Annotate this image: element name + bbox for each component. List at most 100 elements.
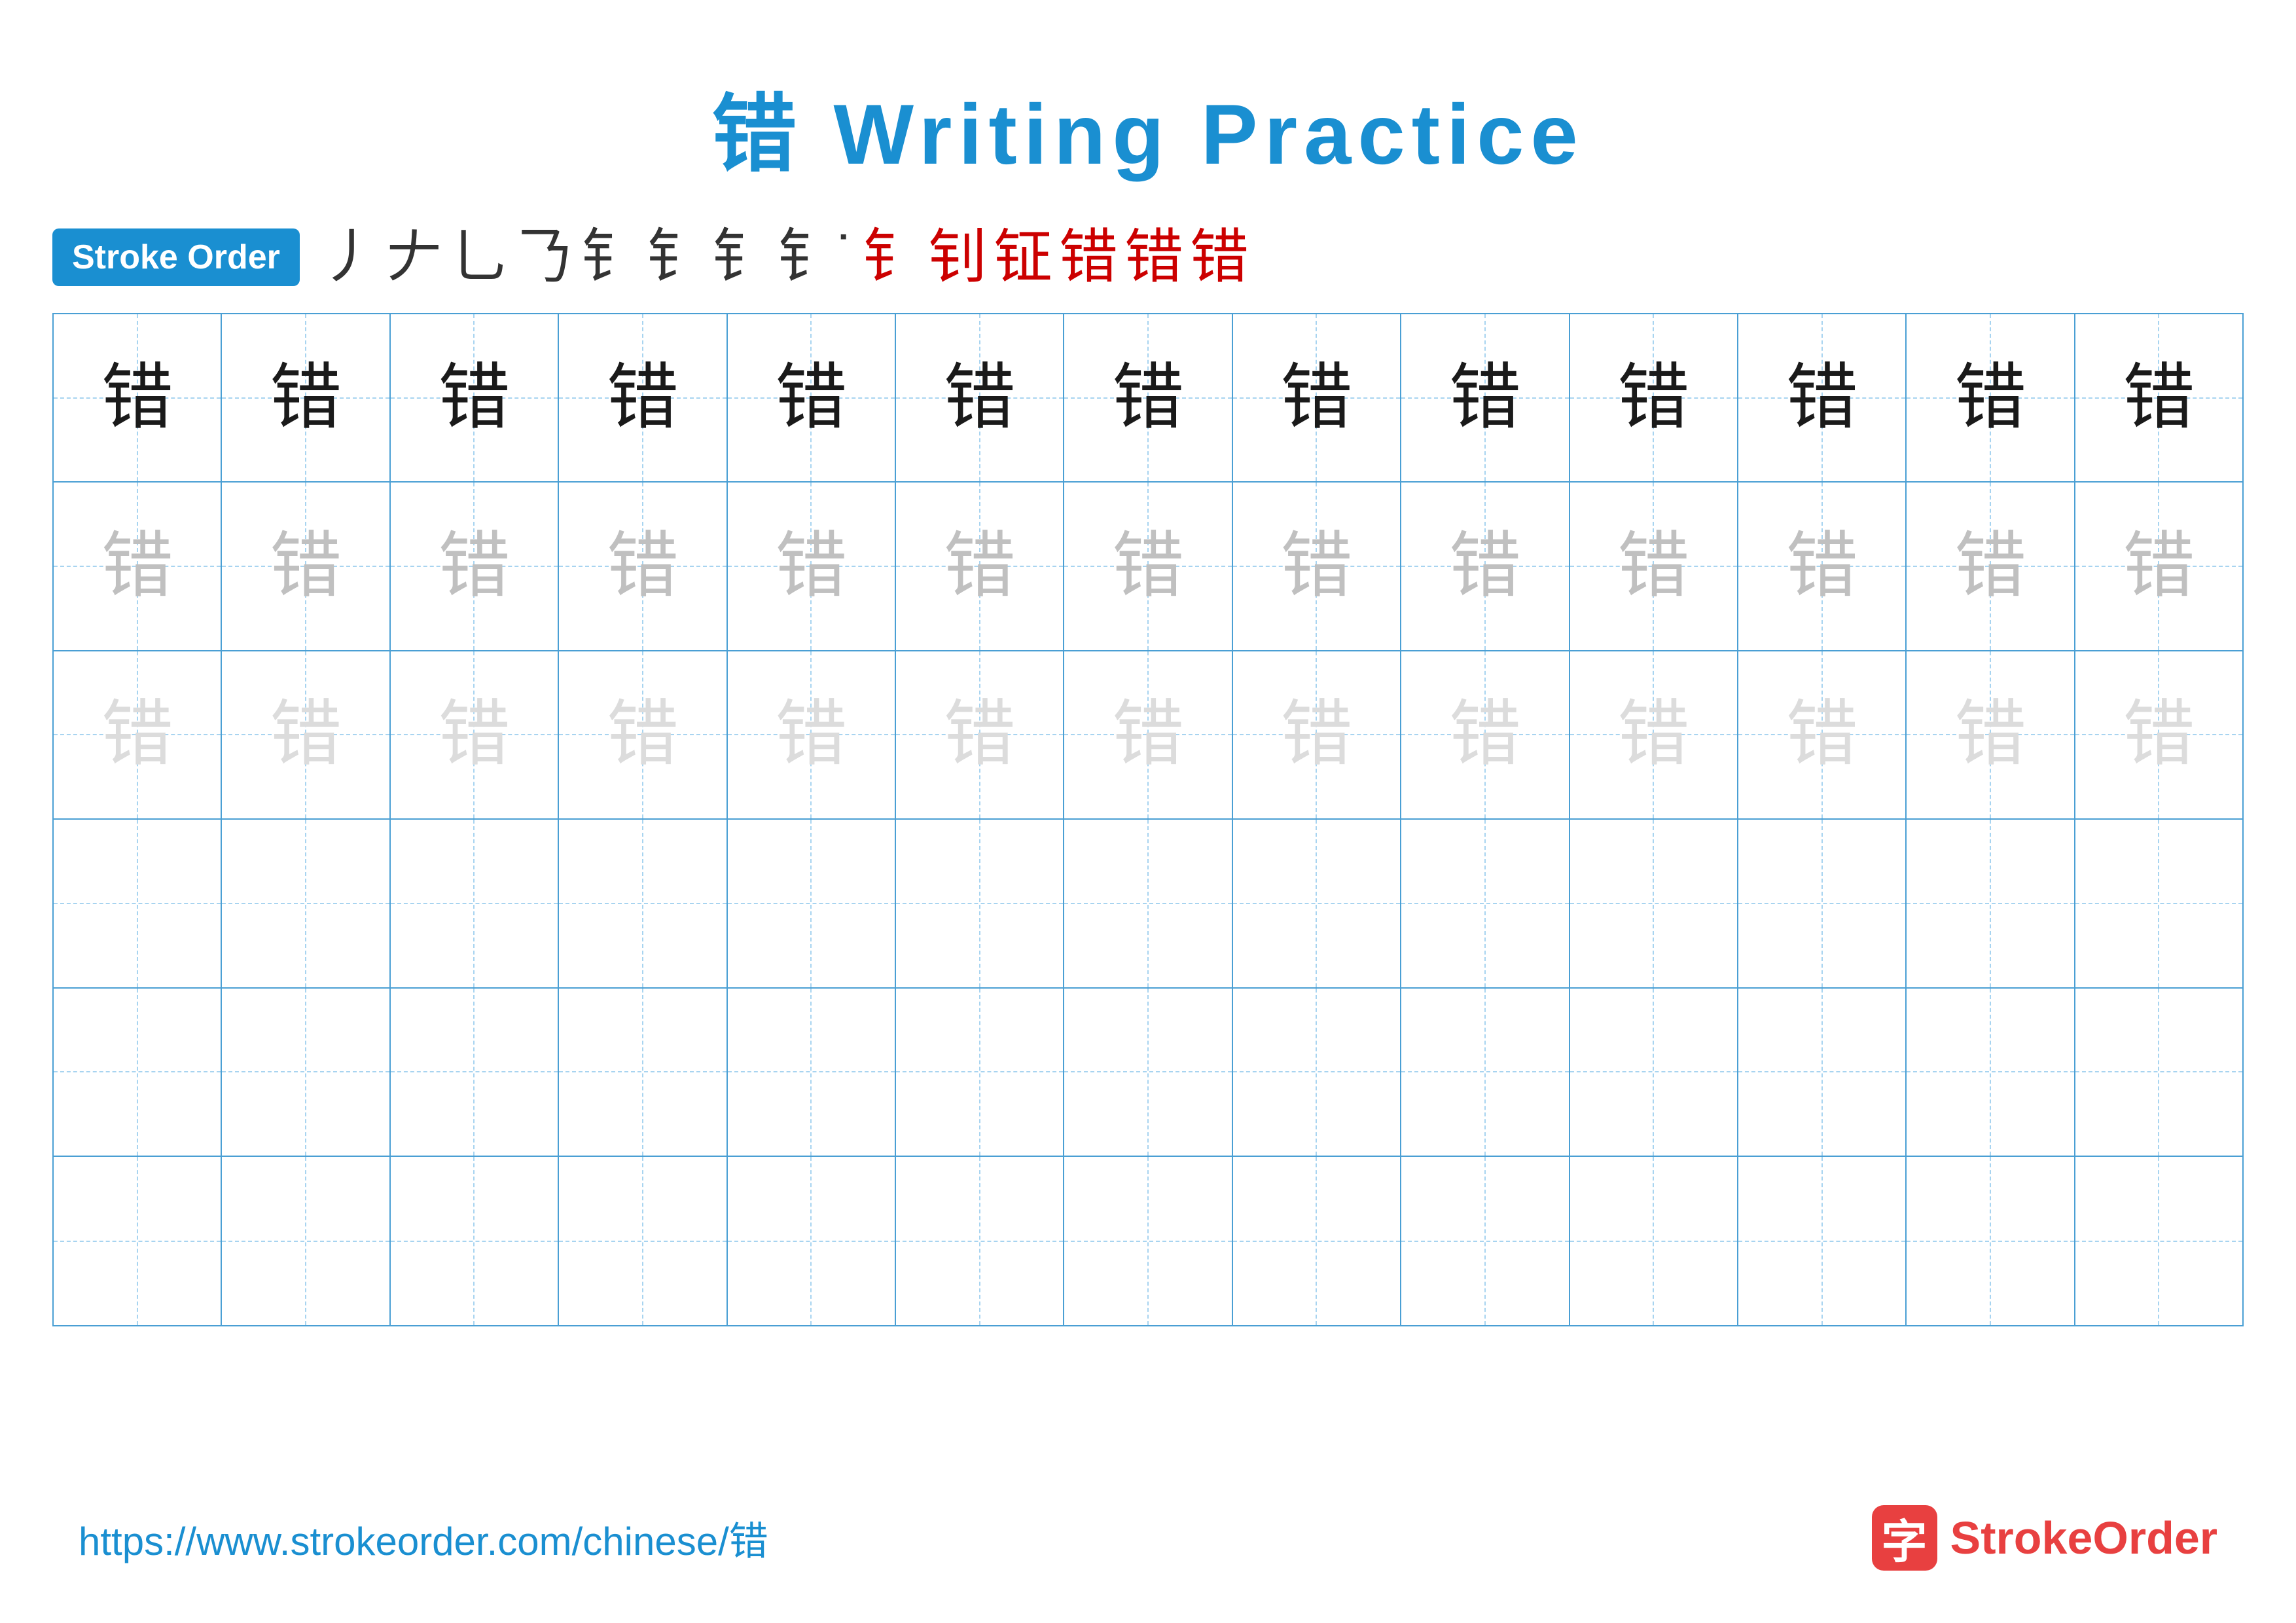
cell-char-2-1: 错 bbox=[270, 699, 342, 771]
grid-cell-1-6[interactable]: 错 bbox=[1064, 483, 1232, 651]
cell-char-2-11: 错 bbox=[1954, 699, 2026, 771]
grid-cell-2-2[interactable]: 错 bbox=[391, 651, 559, 820]
grid-cell-0-1[interactable]: 错 bbox=[222, 314, 390, 483]
stroke-step-9: 钊 bbox=[928, 228, 987, 287]
cell-char-1-0: 错 bbox=[101, 530, 173, 602]
grid-cell-0-10[interactable]: 错 bbox=[1738, 314, 1907, 483]
grid-cell-2-4[interactable]: 错 bbox=[728, 651, 896, 820]
grid-cell-1-1[interactable]: 错 bbox=[222, 483, 390, 651]
cell-char-0-10: 错 bbox=[1786, 362, 1858, 434]
grid-cell-3-6[interactable] bbox=[1064, 820, 1232, 988]
grid-cell-4-1[interactable] bbox=[222, 989, 390, 1157]
grid-cell-5-9[interactable] bbox=[1570, 1157, 1738, 1325]
grid-cell-0-0[interactable]: 错 bbox=[54, 314, 222, 483]
grid-cell-2-6[interactable]: 错 bbox=[1064, 651, 1232, 820]
grid-cell-1-11[interactable]: 错 bbox=[1907, 483, 2075, 651]
grid-cell-2-1[interactable]: 错 bbox=[222, 651, 390, 820]
grid-cell-3-7[interactable] bbox=[1233, 820, 1401, 988]
grid-cell-3-2[interactable] bbox=[391, 820, 559, 988]
grid-cell-3-10[interactable] bbox=[1738, 820, 1907, 988]
grid-cell-3-0[interactable] bbox=[54, 820, 222, 988]
grid-cell-4-11[interactable] bbox=[1907, 989, 2075, 1157]
grid-cell-4-2[interactable] bbox=[391, 989, 559, 1157]
grid-cell-2-11[interactable]: 错 bbox=[1907, 651, 2075, 820]
grid-cell-0-4[interactable]: 错 bbox=[728, 314, 896, 483]
grid-cell-5-3[interactable] bbox=[559, 1157, 727, 1325]
grid-cell-5-12[interactable] bbox=[2075, 1157, 2242, 1325]
grid-cell-2-8[interactable]: 错 bbox=[1401, 651, 1570, 820]
grid-cell-2-7[interactable]: 错 bbox=[1233, 651, 1401, 820]
stroke-order-badge[interactable]: Stroke Order bbox=[52, 228, 300, 286]
grid-cell-5-1[interactable] bbox=[222, 1157, 390, 1325]
grid-cell-0-5[interactable]: 错 bbox=[896, 314, 1064, 483]
grid-cell-0-3[interactable]: 错 bbox=[559, 314, 727, 483]
grid-cell-0-11[interactable]: 错 bbox=[1907, 314, 2075, 483]
stroke-step-0: 丿 bbox=[319, 228, 378, 287]
grid-cell-2-12[interactable]: 错 bbox=[2075, 651, 2242, 820]
stroke-step-11: 错 bbox=[1059, 228, 1118, 287]
stroke-step-4: 钅 bbox=[581, 228, 640, 287]
grid-cell-5-6[interactable] bbox=[1064, 1157, 1232, 1325]
grid-cell-2-0[interactable]: 错 bbox=[54, 651, 222, 820]
grid-cell-5-8[interactable] bbox=[1401, 1157, 1570, 1325]
grid-cell-1-12[interactable]: 错 bbox=[2075, 483, 2242, 651]
grid-cell-1-7[interactable]: 错 bbox=[1233, 483, 1401, 651]
cell-char-0-1: 错 bbox=[270, 362, 342, 434]
grid-cell-5-5[interactable] bbox=[896, 1157, 1064, 1325]
grid-cell-4-8[interactable] bbox=[1401, 989, 1570, 1157]
grid-cell-0-6[interactable]: 错 bbox=[1064, 314, 1232, 483]
grid-cell-2-5[interactable]: 错 bbox=[896, 651, 1064, 820]
grid-cell-5-7[interactable] bbox=[1233, 1157, 1401, 1325]
footer-url[interactable]: https://www.strokeorder.com/chinese/错 bbox=[79, 1510, 768, 1567]
grid-cell-4-5[interactable] bbox=[896, 989, 1064, 1157]
logo-char: 字 bbox=[1882, 1505, 1928, 1571]
grid-cell-2-10[interactable]: 错 bbox=[1738, 651, 1907, 820]
grid-cell-1-10[interactable]: 错 bbox=[1738, 483, 1907, 651]
grid-cell-1-2[interactable]: 错 bbox=[391, 483, 559, 651]
grid-cell-5-11[interactable] bbox=[1907, 1157, 2075, 1325]
grid-cell-2-9[interactable]: 错 bbox=[1570, 651, 1738, 820]
cell-char-2-0: 错 bbox=[101, 699, 173, 771]
cell-char-1-3: 错 bbox=[607, 530, 679, 602]
cell-char-0-12: 错 bbox=[2123, 362, 2195, 434]
grid-cell-0-12[interactable]: 错 bbox=[2075, 314, 2242, 483]
grid-cell-4-9[interactable] bbox=[1570, 989, 1738, 1157]
grid-cell-0-7[interactable]: 错 bbox=[1233, 314, 1401, 483]
grid-cell-1-3[interactable]: 错 bbox=[559, 483, 727, 651]
grid-cell-3-8[interactable] bbox=[1401, 820, 1570, 988]
grid-cell-4-3[interactable] bbox=[559, 989, 727, 1157]
grid-cell-4-7[interactable] bbox=[1233, 989, 1401, 1157]
cell-char-1-11: 错 bbox=[1954, 530, 2026, 602]
grid-cell-1-8[interactable]: 错 bbox=[1401, 483, 1570, 651]
grid-cell-0-9[interactable]: 错 bbox=[1570, 314, 1738, 483]
grid-cell-1-0[interactable]: 错 bbox=[54, 483, 222, 651]
grid-cell-3-3[interactable] bbox=[559, 820, 727, 988]
footer: https://www.strokeorder.com/chinese/错 字 … bbox=[0, 1505, 2296, 1571]
grid-cell-0-2[interactable]: 错 bbox=[391, 314, 559, 483]
grid-cell-5-4[interactable] bbox=[728, 1157, 896, 1325]
grid-cell-4-12[interactable] bbox=[2075, 989, 2242, 1157]
grid-cell-2-3[interactable]: 错 bbox=[559, 651, 727, 820]
grid-cell-3-4[interactable] bbox=[728, 820, 896, 988]
grid-cell-0-8[interactable]: 错 bbox=[1401, 314, 1570, 483]
cell-char-1-1: 错 bbox=[270, 530, 342, 602]
grid-cell-3-9[interactable] bbox=[1570, 820, 1738, 988]
grid-cell-3-1[interactable] bbox=[222, 820, 390, 988]
grid-cell-5-0[interactable] bbox=[54, 1157, 222, 1325]
grid-cell-4-10[interactable] bbox=[1738, 989, 1907, 1157]
grid-cell-3-5[interactable] bbox=[896, 820, 1064, 988]
title-label: Writing Practice bbox=[833, 86, 1584, 182]
grid-cell-3-11[interactable] bbox=[1907, 820, 2075, 988]
cell-char-0-4: 错 bbox=[775, 362, 847, 434]
grid-cell-3-12[interactable] bbox=[2075, 820, 2242, 988]
grid-cell-4-4[interactable] bbox=[728, 989, 896, 1157]
grid-cell-1-4[interactable]: 错 bbox=[728, 483, 896, 651]
grid-cell-1-9[interactable]: 错 bbox=[1570, 483, 1738, 651]
grid-row-2: 错错错错错错错错错错错错错 bbox=[54, 651, 2242, 820]
cell-char-0-11: 错 bbox=[1954, 362, 2026, 434]
grid-cell-4-6[interactable] bbox=[1064, 989, 1232, 1157]
grid-cell-5-2[interactable] bbox=[391, 1157, 559, 1325]
grid-cell-4-0[interactable] bbox=[54, 989, 222, 1157]
grid-cell-5-10[interactable] bbox=[1738, 1157, 1907, 1325]
grid-cell-1-5[interactable]: 错 bbox=[896, 483, 1064, 651]
